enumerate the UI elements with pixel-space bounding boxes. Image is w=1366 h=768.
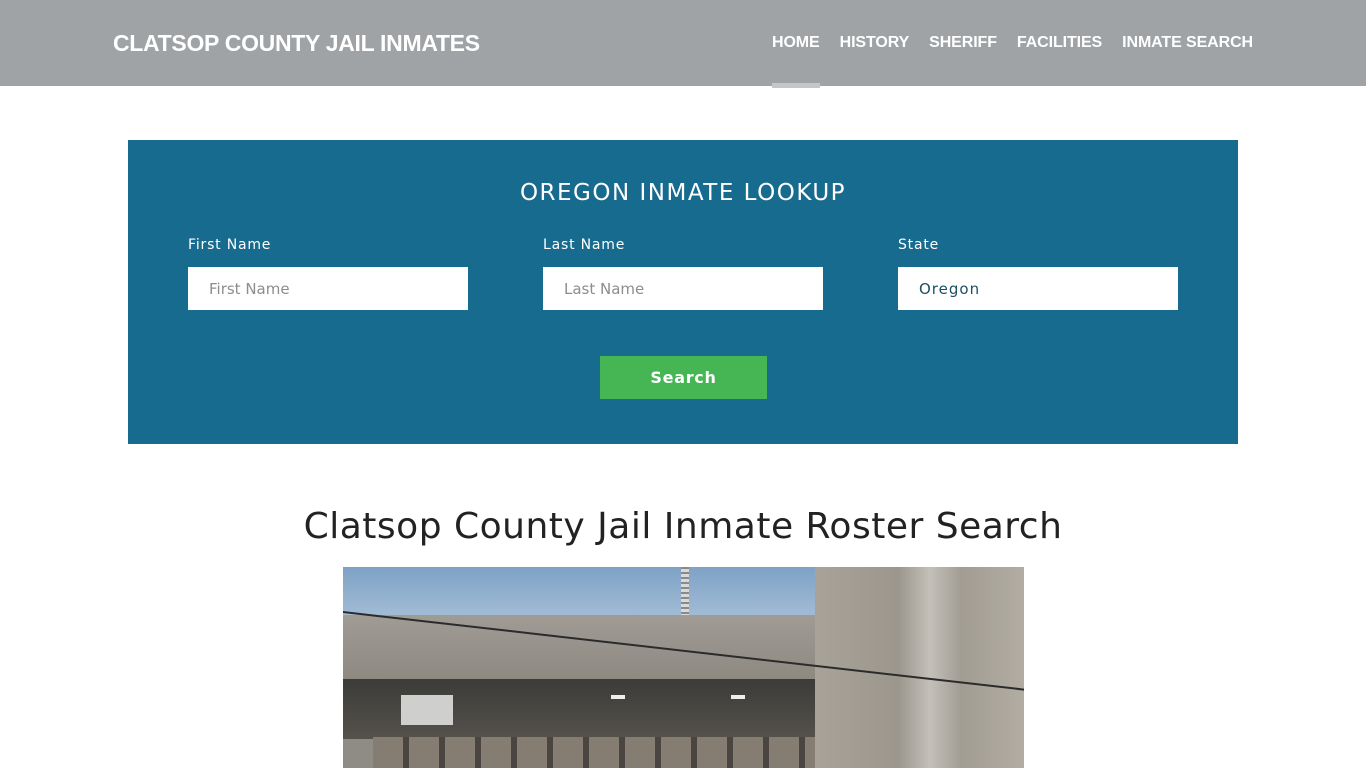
search-button[interactable]: Search — [600, 356, 767, 399]
site-brand-link[interactable]: CLATSOP COUNTY JAIL INMATES — [113, 30, 480, 57]
photo-radio-tower — [681, 567, 689, 622]
site-header: CLATSOP COUNTY JAIL INMATES HOME HISTORY… — [0, 0, 1366, 88]
first-name-input[interactable] — [188, 267, 468, 310]
last-name-label: Last Name — [543, 237, 626, 253]
photo-ac-unit — [401, 695, 453, 725]
inmate-lookup-form: OREGON INMATE LOOKUP First Name Last Nam… — [128, 140, 1238, 444]
nav-home[interactable]: HOME — [772, 34, 820, 88]
photo-concrete-fins — [373, 737, 815, 768]
nav-inmate-search[interactable]: INMATE SEARCH — [1122, 34, 1253, 52]
photo-roof-overhang — [343, 615, 815, 685]
last-name-input[interactable] — [543, 267, 823, 310]
jail-building-photo — [343, 567, 1024, 768]
page-title: Clatsop County Jail Inmate Roster Search — [303, 506, 1063, 547]
photo-light — [731, 695, 745, 699]
last-name-field-group: Last Name — [543, 237, 823, 310]
lookup-title: OREGON INMATE LOOKUP — [519, 180, 847, 206]
photo-light — [611, 695, 625, 699]
state-field-group: State — [898, 237, 1178, 310]
main-nav: HOME HISTORY SHERIFF FACILITIES INMATE S… — [752, 34, 1253, 88]
first-name-label: First Name — [188, 237, 272, 253]
state-label: State — [898, 237, 940, 253]
nav-history[interactable]: HISTORY — [840, 34, 910, 52]
state-input[interactable] — [898, 267, 1178, 310]
nav-facilities[interactable]: FACILITIES — [1017, 34, 1102, 52]
nav-sheriff[interactable]: SHERIFF — [929, 34, 997, 52]
first-name-field-group: First Name — [188, 237, 468, 310]
